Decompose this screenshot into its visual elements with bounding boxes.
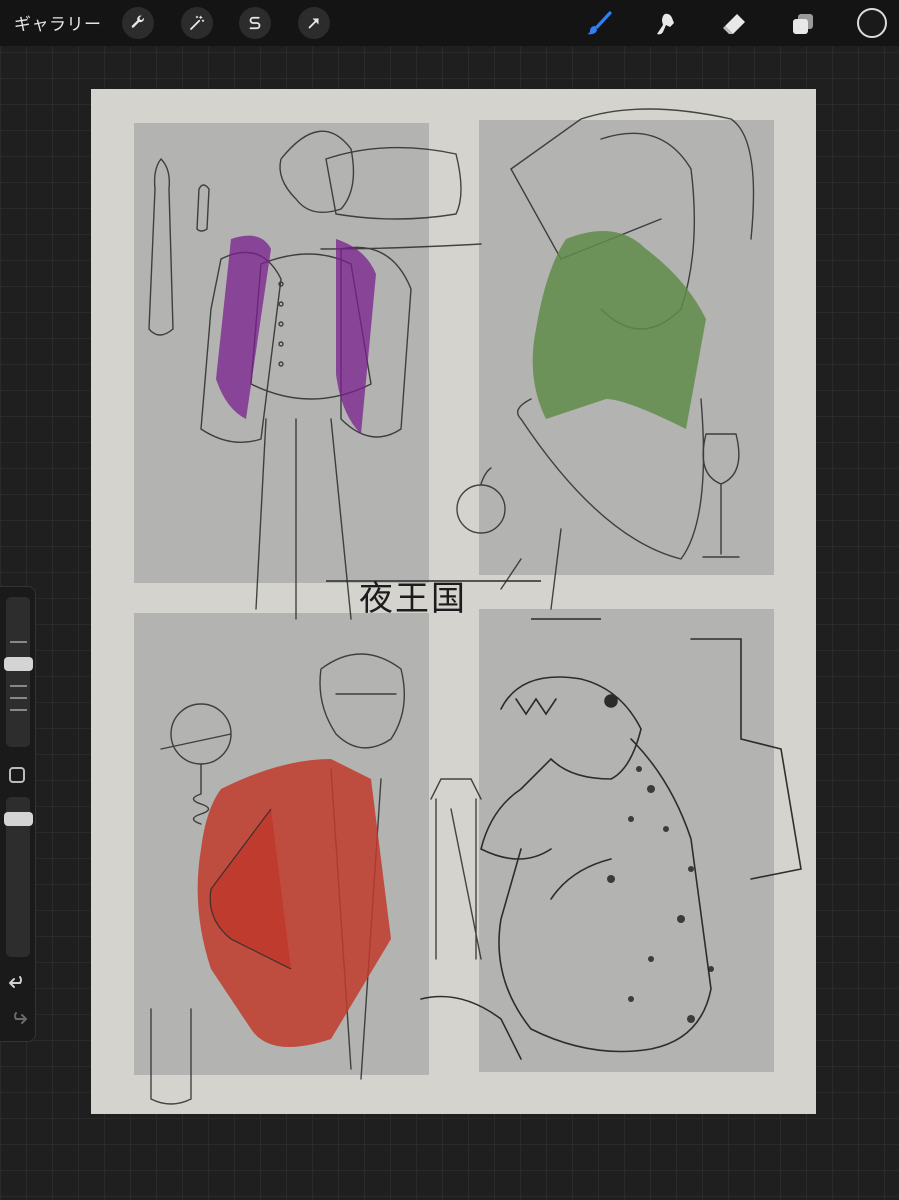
transform-button[interactable] [298,7,330,39]
artwork-title-text: 夜王国 [359,579,467,619]
selection-button[interactable] [239,7,271,39]
undo-icon[interactable] [8,973,28,993]
layers-button[interactable] [788,9,818,39]
brush-tool-button[interactable] [584,9,614,39]
drawing-canvas[interactable]: 夜王国 [91,89,816,1114]
brush-icon [587,11,612,35]
magic-wand-icon [190,15,205,30]
wrench-icon [131,15,144,28]
top-toolbar: ギャラリー [0,0,899,46]
smudge-icon [657,13,674,35]
color-picker-button[interactable] [857,8,887,38]
actions-button[interactable] [122,7,154,39]
brush-size-handle[interactable] [4,657,33,671]
brush-size-slider[interactable] [6,597,30,747]
modify-square-icon[interactable] [9,767,25,783]
gallery-button[interactable]: ギャラリー [14,10,102,35]
selection-s-icon [249,16,261,30]
transform-arrow-icon [308,18,319,29]
eraser-icon [723,14,745,34]
opacity-handle[interactable] [4,812,33,826]
eraser-tool-button[interactable] [719,9,749,39]
smudge-tool-button[interactable] [651,9,681,39]
left-sidebar [0,586,36,1042]
adjustments-button[interactable] [181,7,213,39]
redo-icon[interactable] [8,1009,28,1029]
layers-icon [793,14,813,34]
